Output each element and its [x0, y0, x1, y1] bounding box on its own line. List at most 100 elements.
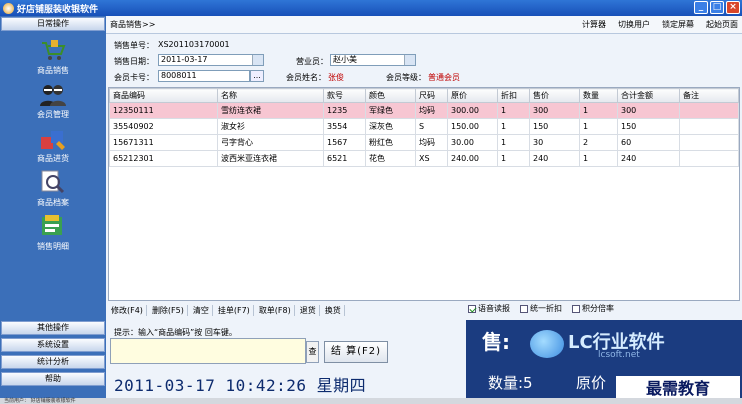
uniform-discount-checkbox[interactable]: 统一折扣: [520, 303, 562, 314]
chevron-down-icon[interactable]: [252, 55, 263, 65]
sales-table: 商品编码 名称 款号 颜色 尺码 原价 折扣 售价 数量 合计金额 备注 123…: [108, 87, 740, 301]
col-header[interactable]: 售价: [529, 88, 580, 103]
breadcrumb: 商品销售>>: [110, 20, 156, 29]
home-page-button[interactable]: 起始页面: [706, 19, 738, 30]
cell: [679, 102, 739, 119]
voice-broadcast-checkbox[interactable]: 语音读报: [468, 303, 510, 314]
datetime-display: 2011-03-17 10:42:26 星期四: [114, 376, 367, 395]
hint-text: 提示：输入“商品编码”按 回车键。: [114, 328, 237, 337]
checkbox-label: 积分倍率: [582, 304, 614, 313]
table-row[interactable]: 35540902 淑女衫 3554 深灰色 S 150.00 1 150 1 150: [109, 118, 739, 135]
member-level-label: 会员等级：: [386, 73, 426, 82]
sidebar-item-sales[interactable]: 商品销售: [0, 34, 106, 78]
delete-button[interactable]: 删除(F5): [149, 304, 188, 316]
clerk-label: 营业员：: [296, 57, 328, 66]
col-header[interactable]: 折扣: [497, 88, 530, 103]
cell: 30: [529, 134, 580, 151]
col-header[interactable]: 尺码: [415, 88, 448, 103]
switch-user-button[interactable]: 切换用户: [618, 19, 650, 30]
return-button[interactable]: 退货: [297, 304, 320, 316]
member-level-value: 普通会员: [428, 73, 460, 82]
sale-label: 售:: [482, 330, 510, 354]
cell: 波西米亚连衣裙: [217, 150, 324, 167]
member-card-input[interactable]: 8008011: [158, 70, 250, 82]
clerk-value: 赵小美: [333, 55, 357, 64]
settle-button[interactable]: 结 算(F2): [324, 341, 388, 363]
col-header[interactable]: 款号: [323, 88, 366, 103]
member-name-value: 张俊: [328, 73, 344, 82]
window-title: 好店铺服装收银软件: [17, 4, 99, 15]
sale-date-value: 2011-03-17: [161, 55, 208, 64]
hold-order-button[interactable]: 挂单(F7): [215, 304, 254, 316]
sidebar-item-sales-detail[interactable]: 销售明细: [0, 210, 106, 254]
checkbox-icon[interactable]: [572, 304, 580, 313]
brand-site: lcsoft.net: [598, 350, 640, 360]
brand-logo-icon: [530, 330, 564, 358]
lock-screen-button[interactable]: 锁定屏幕: [662, 19, 694, 30]
table-row[interactable]: 15671311 弓字背心 1567 粉红色 均码 30.00 1 30 2 60: [109, 134, 739, 151]
sidebar-section-daily[interactable]: 日常操作: [1, 17, 105, 31]
sidebar-item-members[interactable]: 会员管理: [0, 78, 106, 122]
exchange-button[interactable]: 换货: [322, 304, 345, 316]
sidebar-item-goods-in[interactable]: 商品进货: [0, 122, 106, 166]
checkbox-label: 统一折扣: [530, 304, 562, 313]
goods-archive-icon: [41, 170, 65, 194]
sale-date-label: 销售日期：: [114, 57, 154, 66]
col-header[interactable]: 备注: [679, 88, 739, 103]
sale-form: 销售单号： XS201103170001 销售日期： 2011-03-17 营业…: [106, 34, 742, 86]
col-header[interactable]: 原价: [447, 88, 498, 103]
close-button[interactable]: ×: [726, 1, 740, 14]
checkbox-icon[interactable]: [520, 304, 528, 313]
sidebar-item-goods-archive[interactable]: 商品档案: [0, 166, 106, 210]
modify-button[interactable]: 修改(F4): [108, 304, 147, 316]
table-header-row: 商品编码 名称 款号 颜色 尺码 原价 折扣 售价 数量 合计金额 备注: [109, 88, 739, 103]
sidebar-section-help[interactable]: 帮助: [1, 372, 105, 386]
cell: 240.00: [447, 150, 498, 167]
cell: 150: [529, 118, 580, 135]
cell: 12350111: [109, 102, 218, 119]
sidebar-item-label: 商品进货: [37, 154, 69, 163]
col-header[interactable]: 数量: [579, 88, 618, 103]
cell: 240: [529, 150, 580, 167]
member-card-lookup-button[interactable]: ...: [250, 70, 264, 82]
cell: 300: [617, 102, 680, 119]
customer-display-panel: 售: LC行业软件 lcsoft.net 数量:5 原价 最需教育: [466, 320, 742, 404]
chevron-down-icon[interactable]: [404, 55, 415, 65]
goods-in-icon: [41, 131, 65, 150]
cell: 1235: [323, 102, 366, 119]
price-display: 原价: [576, 374, 607, 392]
clear-button[interactable]: 清空: [190, 304, 213, 316]
cell: 雪纺连衣裙: [217, 102, 324, 119]
minimize-button[interactable]: _: [694, 1, 708, 14]
points-multiplier-checkbox[interactable]: 积分倍率: [572, 303, 614, 314]
table-row[interactable]: 65212301 波西米亚连衣裙 6521 花色 XS 240.00 1 240 1 240: [109, 150, 739, 167]
sidebar-section-other[interactable]: 其他操作: [1, 321, 105, 335]
col-header[interactable]: 商品编码: [109, 88, 218, 103]
calculator-button[interactable]: 计算器: [582, 19, 606, 30]
cell: 240: [617, 150, 680, 167]
checkbox-checked-icon[interactable]: [468, 304, 476, 313]
search-button[interactable]: 查: [306, 341, 319, 363]
col-header[interactable]: 合计金额: [617, 88, 680, 103]
maximize-button[interactable]: □: [710, 1, 724, 14]
col-header[interactable]: 颜色: [365, 88, 416, 103]
sale-date-field[interactable]: 2011-03-17: [158, 54, 264, 66]
cell: 35540902: [109, 118, 218, 135]
main-panel: 商品销售>> 计算器 切换用户 锁定屏幕 起始页面 销售单号： XS201103…: [106, 16, 742, 404]
sidebar-section-statistics[interactable]: 统计分析: [1, 355, 105, 369]
cell: 深灰色: [365, 118, 416, 135]
cell: [679, 118, 739, 135]
table-row[interactable]: 12350111 雪纺连衣裙 1235 军绿色 均码 300.00 1 300 1 300: [109, 102, 739, 119]
retrieve-order-button[interactable]: 取单(F8): [256, 304, 295, 316]
cell: 30.00: [447, 134, 498, 151]
cell: 1: [497, 118, 530, 135]
cell: 150: [617, 118, 680, 135]
sidebar-item-label: 会员管理: [37, 110, 69, 119]
cell: 均码: [415, 102, 448, 119]
sidebar-section-settings[interactable]: 系统设置: [1, 338, 105, 352]
cell: 均码: [415, 134, 448, 151]
product-code-input[interactable]: [110, 338, 306, 364]
cell: 1: [497, 134, 530, 151]
col-header[interactable]: 名称: [217, 88, 324, 103]
clerk-select[interactable]: 赵小美: [330, 54, 416, 66]
